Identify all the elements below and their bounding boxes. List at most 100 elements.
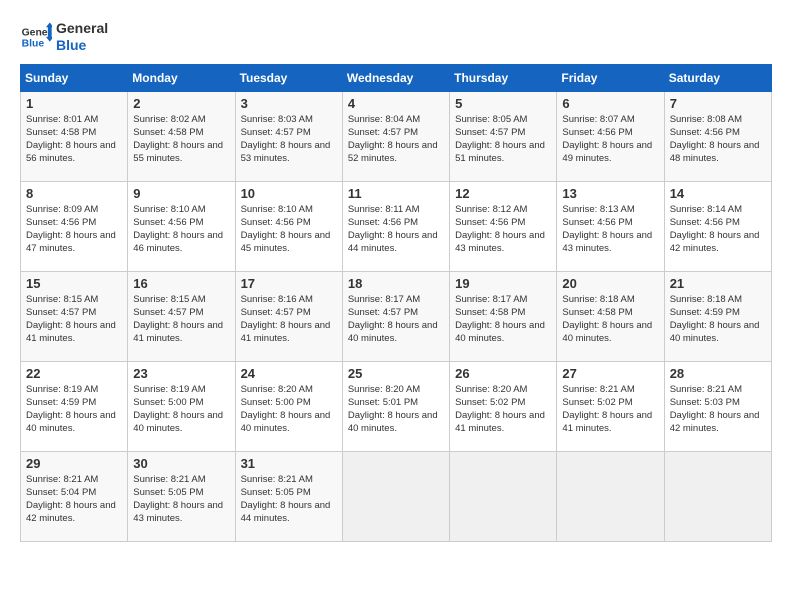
calendar-cell: 11 Sunrise: 8:11 AM Sunset: 4:56 PM Dayl… bbox=[342, 181, 449, 271]
calendar-cell: 25 Sunrise: 8:20 AM Sunset: 5:01 PM Dayl… bbox=[342, 361, 449, 451]
day-info: Sunrise: 8:17 AM Sunset: 4:58 PM Dayligh… bbox=[455, 293, 551, 346]
header: General Blue General Blue bbox=[20, 20, 772, 54]
day-number: 14 bbox=[670, 186, 766, 201]
day-info: Sunrise: 8:01 AM Sunset: 4:58 PM Dayligh… bbox=[26, 113, 122, 166]
day-info: Sunrise: 8:04 AM Sunset: 4:57 PM Dayligh… bbox=[348, 113, 444, 166]
day-number: 30 bbox=[133, 456, 229, 471]
day-info: Sunrise: 8:05 AM Sunset: 4:57 PM Dayligh… bbox=[455, 113, 551, 166]
day-number: 9 bbox=[133, 186, 229, 201]
day-info: Sunrise: 8:17 AM Sunset: 4:57 PM Dayligh… bbox=[348, 293, 444, 346]
day-number: 28 bbox=[670, 366, 766, 381]
day-number: 1 bbox=[26, 96, 122, 111]
calendar-cell bbox=[557, 451, 664, 541]
day-info: Sunrise: 8:10 AM Sunset: 4:56 PM Dayligh… bbox=[133, 203, 229, 256]
day-number: 6 bbox=[562, 96, 658, 111]
logo-icon: General Blue bbox=[20, 21, 52, 53]
day-info: Sunrise: 8:15 AM Sunset: 4:57 PM Dayligh… bbox=[26, 293, 122, 346]
day-number: 31 bbox=[241, 456, 337, 471]
calendar-cell: 17 Sunrise: 8:16 AM Sunset: 4:57 PM Dayl… bbox=[235, 271, 342, 361]
calendar-cell: 30 Sunrise: 8:21 AM Sunset: 5:05 PM Dayl… bbox=[128, 451, 235, 541]
day-info: Sunrise: 8:18 AM Sunset: 4:59 PM Dayligh… bbox=[670, 293, 766, 346]
weekday-header-wednesday: Wednesday bbox=[342, 64, 449, 91]
day-info: Sunrise: 8:03 AM Sunset: 4:57 PM Dayligh… bbox=[241, 113, 337, 166]
day-number: 16 bbox=[133, 276, 229, 291]
calendar: SundayMondayTuesdayWednesdayThursdayFrid… bbox=[20, 64, 772, 542]
day-number: 11 bbox=[348, 186, 444, 201]
day-number: 2 bbox=[133, 96, 229, 111]
calendar-cell: 23 Sunrise: 8:19 AM Sunset: 5:00 PM Dayl… bbox=[128, 361, 235, 451]
calendar-cell: 10 Sunrise: 8:10 AM Sunset: 4:56 PM Dayl… bbox=[235, 181, 342, 271]
day-info: Sunrise: 8:21 AM Sunset: 5:04 PM Dayligh… bbox=[26, 473, 122, 526]
day-info: Sunrise: 8:21 AM Sunset: 5:02 PM Dayligh… bbox=[562, 383, 658, 436]
day-number: 5 bbox=[455, 96, 551, 111]
calendar-cell: 29 Sunrise: 8:21 AM Sunset: 5:04 PM Dayl… bbox=[21, 451, 128, 541]
weekday-header-tuesday: Tuesday bbox=[235, 64, 342, 91]
day-number: 13 bbox=[562, 186, 658, 201]
day-info: Sunrise: 8:16 AM Sunset: 4:57 PM Dayligh… bbox=[241, 293, 337, 346]
day-number: 24 bbox=[241, 366, 337, 381]
calendar-cell: 8 Sunrise: 8:09 AM Sunset: 4:56 PM Dayli… bbox=[21, 181, 128, 271]
day-info: Sunrise: 8:21 AM Sunset: 5:05 PM Dayligh… bbox=[241, 473, 337, 526]
day-info: Sunrise: 8:19 AM Sunset: 5:00 PM Dayligh… bbox=[133, 383, 229, 436]
calendar-cell: 19 Sunrise: 8:17 AM Sunset: 4:58 PM Dayl… bbox=[450, 271, 557, 361]
logo: General Blue General Blue bbox=[20, 20, 108, 54]
day-number: 19 bbox=[455, 276, 551, 291]
calendar-cell: 18 Sunrise: 8:17 AM Sunset: 4:57 PM Dayl… bbox=[342, 271, 449, 361]
day-number: 17 bbox=[241, 276, 337, 291]
day-info: Sunrise: 8:21 AM Sunset: 5:05 PM Dayligh… bbox=[133, 473, 229, 526]
day-info: Sunrise: 8:08 AM Sunset: 4:56 PM Dayligh… bbox=[670, 113, 766, 166]
day-info: Sunrise: 8:20 AM Sunset: 5:01 PM Dayligh… bbox=[348, 383, 444, 436]
day-info: Sunrise: 8:20 AM Sunset: 5:02 PM Dayligh… bbox=[455, 383, 551, 436]
calendar-cell bbox=[342, 451, 449, 541]
day-number: 25 bbox=[348, 366, 444, 381]
calendar-cell: 21 Sunrise: 8:18 AM Sunset: 4:59 PM Dayl… bbox=[664, 271, 771, 361]
weekday-header-thursday: Thursday bbox=[450, 64, 557, 91]
calendar-cell: 3 Sunrise: 8:03 AM Sunset: 4:57 PM Dayli… bbox=[235, 91, 342, 181]
svg-text:General: General bbox=[22, 27, 52, 38]
day-number: 26 bbox=[455, 366, 551, 381]
day-info: Sunrise: 8:09 AM Sunset: 4:56 PM Dayligh… bbox=[26, 203, 122, 256]
logo-blue: Blue bbox=[56, 37, 108, 54]
calendar-cell: 28 Sunrise: 8:21 AM Sunset: 5:03 PM Dayl… bbox=[664, 361, 771, 451]
calendar-cell: 14 Sunrise: 8:14 AM Sunset: 4:56 PM Dayl… bbox=[664, 181, 771, 271]
calendar-cell bbox=[450, 451, 557, 541]
day-number: 10 bbox=[241, 186, 337, 201]
day-info: Sunrise: 8:21 AM Sunset: 5:03 PM Dayligh… bbox=[670, 383, 766, 436]
weekday-header-friday: Friday bbox=[557, 64, 664, 91]
calendar-cell: 6 Sunrise: 8:07 AM Sunset: 4:56 PM Dayli… bbox=[557, 91, 664, 181]
svg-text:Blue: Blue bbox=[22, 38, 45, 49]
weekday-header-sunday: Sunday bbox=[21, 64, 128, 91]
calendar-cell: 7 Sunrise: 8:08 AM Sunset: 4:56 PM Dayli… bbox=[664, 91, 771, 181]
calendar-cell: 22 Sunrise: 8:19 AM Sunset: 4:59 PM Dayl… bbox=[21, 361, 128, 451]
calendar-cell: 27 Sunrise: 8:21 AM Sunset: 5:02 PM Dayl… bbox=[557, 361, 664, 451]
day-number: 4 bbox=[348, 96, 444, 111]
calendar-cell: 2 Sunrise: 8:02 AM Sunset: 4:58 PM Dayli… bbox=[128, 91, 235, 181]
day-number: 22 bbox=[26, 366, 122, 381]
logo-general: General bbox=[56, 20, 108, 37]
calendar-cell: 16 Sunrise: 8:15 AM Sunset: 4:57 PM Dayl… bbox=[128, 271, 235, 361]
calendar-cell: 26 Sunrise: 8:20 AM Sunset: 5:02 PM Dayl… bbox=[450, 361, 557, 451]
day-info: Sunrise: 8:11 AM Sunset: 4:56 PM Dayligh… bbox=[348, 203, 444, 256]
day-info: Sunrise: 8:20 AM Sunset: 5:00 PM Dayligh… bbox=[241, 383, 337, 436]
day-info: Sunrise: 8:18 AM Sunset: 4:58 PM Dayligh… bbox=[562, 293, 658, 346]
calendar-cell: 1 Sunrise: 8:01 AM Sunset: 4:58 PM Dayli… bbox=[21, 91, 128, 181]
calendar-cell bbox=[664, 451, 771, 541]
day-number: 21 bbox=[670, 276, 766, 291]
day-number: 20 bbox=[562, 276, 658, 291]
day-number: 8 bbox=[26, 186, 122, 201]
calendar-cell: 4 Sunrise: 8:04 AM Sunset: 4:57 PM Dayli… bbox=[342, 91, 449, 181]
day-info: Sunrise: 8:10 AM Sunset: 4:56 PM Dayligh… bbox=[241, 203, 337, 256]
calendar-cell: 12 Sunrise: 8:12 AM Sunset: 4:56 PM Dayl… bbox=[450, 181, 557, 271]
day-number: 23 bbox=[133, 366, 229, 381]
day-info: Sunrise: 8:02 AM Sunset: 4:58 PM Dayligh… bbox=[133, 113, 229, 166]
day-info: Sunrise: 8:14 AM Sunset: 4:56 PM Dayligh… bbox=[670, 203, 766, 256]
day-number: 15 bbox=[26, 276, 122, 291]
day-info: Sunrise: 8:07 AM Sunset: 4:56 PM Dayligh… bbox=[562, 113, 658, 166]
day-info: Sunrise: 8:19 AM Sunset: 4:59 PM Dayligh… bbox=[26, 383, 122, 436]
weekday-header-saturday: Saturday bbox=[664, 64, 771, 91]
day-info: Sunrise: 8:15 AM Sunset: 4:57 PM Dayligh… bbox=[133, 293, 229, 346]
weekday-header-monday: Monday bbox=[128, 64, 235, 91]
calendar-cell: 9 Sunrise: 8:10 AM Sunset: 4:56 PM Dayli… bbox=[128, 181, 235, 271]
calendar-cell: 5 Sunrise: 8:05 AM Sunset: 4:57 PM Dayli… bbox=[450, 91, 557, 181]
day-number: 27 bbox=[562, 366, 658, 381]
